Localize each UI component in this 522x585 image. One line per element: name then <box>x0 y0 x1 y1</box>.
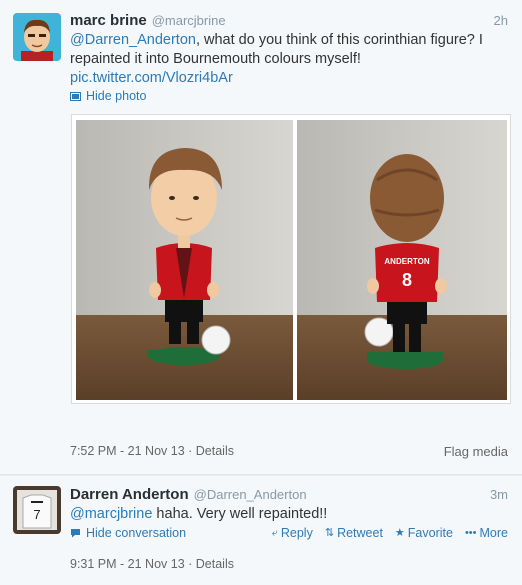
tweet-time[interactable]: 3m <box>490 487 508 502</box>
hide-photo-label: Hide photo <box>86 89 147 103</box>
avatar-darren-anderton[interactable]: 7 <box>13 486 61 534</box>
mention-link[interactable]: @Darren_Anderton <box>70 32 196 48</box>
tweet-text: @Darren_Anderton, what do you think of t… <box>70 31 510 88</box>
flag-media-link[interactable]: Flag media <box>444 444 508 459</box>
timestamp-link[interactable]: 9:31 PM - 21 Nov 13 <box>70 557 185 571</box>
tweet-text-line1: , what do you think of this corinthian f… <box>195 32 483 48</box>
favorite-label: Favorite <box>407 526 453 540</box>
svg-text:7: 7 <box>33 507 40 522</box>
tweet-text-line2: repainted it into Bournemouth colours my… <box>70 51 361 67</box>
tweet-header: Darren Anderton @Darren_Anderton <box>70 486 307 503</box>
media-container: ANDERTON 8 <box>71 114 511 404</box>
photo-figure-front[interactable] <box>76 120 293 400</box>
retweet-button[interactable]: ⇅ Retweet <box>325 526 383 540</box>
details-link[interactable]: Details <box>196 444 234 458</box>
speech-bubble-icon <box>71 529 80 538</box>
tweet-meta: 9:31 PM - 21 Nov 13 · Details <box>70 557 234 571</box>
reply-icon: ⤶ <box>271 526 278 539</box>
tweet-time[interactable]: 2h <box>494 13 508 28</box>
hide-conversation-button[interactable]: Hide conversation <box>70 526 186 540</box>
hide-conversation-label: Hide conversation <box>86 526 187 540</box>
details-link[interactable]: Details <box>196 557 234 571</box>
shirt-name-text: ANDERTON <box>384 257 429 266</box>
tweet-header: marc brine @marcjbrine <box>70 12 226 29</box>
timestamp-link[interactable]: 7:52 PM - 21 Nov 13 <box>70 444 185 458</box>
reply-button[interactable]: ⤶ Reply <box>272 526 313 540</box>
more-label: More <box>479 526 508 540</box>
tweet-darren-anderton: 7 Darren Anderton @Darren_Anderton 3m @m… <box>0 476 522 585</box>
hide-photo-button[interactable]: Hide photo <box>70 89 146 103</box>
tweet-marc-brine: marc brine @marcjbrine 2h @Darren_Andert… <box>0 0 522 475</box>
tweet-text: @marcjbrine haha. Very well repainted!! <box>70 505 327 524</box>
more-dots-icon: ••• <box>464 526 477 539</box>
photo-icon <box>70 91 81 101</box>
author-handle[interactable]: @Darren_Anderton <box>194 487 307 502</box>
tweet-meta: 7:52 PM - 21 Nov 13 · Details <box>70 444 234 458</box>
retweet-icon: ⇅ <box>324 526 335 539</box>
avatar-marc-brine[interactable] <box>13 13 61 61</box>
shirt-number-text: 8 <box>402 270 412 290</box>
more-button[interactable]: ••• More <box>465 526 508 540</box>
favorite-button[interactable]: ★ Favorite <box>395 526 453 540</box>
retweet-label: Retweet <box>337 526 383 540</box>
mention-link[interactable]: @marcjbrine <box>70 506 152 522</box>
star-icon: ★ <box>394 526 405 539</box>
author-name[interactable]: marc brine <box>70 12 147 29</box>
photo-figure-back[interactable]: ANDERTON 8 <box>297 120 507 400</box>
tweet-text-body: haha. Very well repainted!! <box>152 506 328 522</box>
reply-label: Reply <box>280 526 313 540</box>
author-name[interactable]: Darren Anderton <box>70 486 189 503</box>
tweet-actions: ⤶ Reply ⇅ Retweet ★ Favorite ••• More <box>272 526 508 540</box>
pic-link[interactable]: pic.twitter.com/Vlozri4bAr <box>70 70 233 86</box>
author-handle[interactable]: @marcjbrine <box>152 13 226 28</box>
